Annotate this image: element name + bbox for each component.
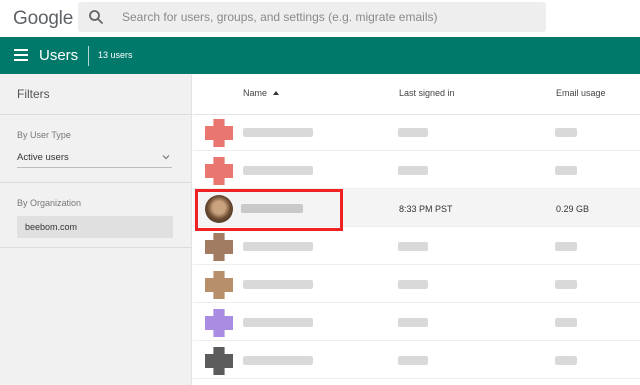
email-usage-obscured xyxy=(555,280,577,289)
last-signed-in-obscured xyxy=(398,318,428,327)
email-usage-obscured xyxy=(555,242,577,251)
avatar xyxy=(205,309,233,337)
last-signed-in: 8:33 PM PST xyxy=(399,204,453,214)
table-row[interactable] xyxy=(193,113,640,151)
user-name-obscured[interactable] xyxy=(243,280,313,289)
page-title: Users xyxy=(39,47,79,64)
organization-label: By Organization xyxy=(17,198,82,208)
sidebar-divider xyxy=(0,247,191,248)
avatar xyxy=(205,271,233,299)
sort-ascending-icon[interactable] xyxy=(273,91,279,95)
last-signed-in-obscured xyxy=(398,356,428,365)
user-name-obscured[interactable] xyxy=(243,128,313,137)
highlight-annotation-box xyxy=(195,189,343,231)
table-row[interactable] xyxy=(193,265,640,303)
user-type-value: Active users xyxy=(17,152,69,163)
email-usage: 0.29 GB xyxy=(556,204,590,214)
last-signed-in-obscured xyxy=(398,166,428,175)
user-type-select[interactable]: Active users xyxy=(17,150,172,168)
avatar xyxy=(205,119,233,147)
column-header-last-signed-in[interactable]: Last signed in xyxy=(399,88,455,98)
table-row[interactable] xyxy=(193,341,640,379)
user-name-obscured[interactable] xyxy=(243,242,313,251)
sidebar-divider xyxy=(0,114,191,115)
user-type-label: By User Type xyxy=(17,130,71,140)
search-icon[interactable] xyxy=(88,9,104,25)
column-header-name[interactable]: Name xyxy=(243,88,267,98)
email-usage-obscured xyxy=(555,166,577,175)
chevron-down-icon xyxy=(162,155,170,160)
header-divider xyxy=(88,46,89,66)
email-usage-obscured xyxy=(555,318,577,327)
organization-item[interactable]: beebom.com xyxy=(17,216,173,238)
top-bar: Google xyxy=(0,0,640,37)
users-table: Name Last signed in Email usage 8:33 PM … xyxy=(193,74,640,385)
sidebar-divider xyxy=(0,182,191,183)
filters-sidebar: Filters By User Type Active users By Org… xyxy=(0,74,192,385)
user-name-obscured[interactable] xyxy=(243,356,313,365)
table-row[interactable]: 8:33 PM PST 0.29 GB xyxy=(193,189,640,231)
table-row[interactable] xyxy=(193,227,640,265)
email-usage-obscured xyxy=(555,356,577,365)
user-count: 13 users xyxy=(98,50,133,60)
avatar xyxy=(205,347,233,375)
filters-title: Filters xyxy=(17,87,50,101)
google-logo[interactable]: Google xyxy=(13,8,73,30)
avatar xyxy=(205,157,233,185)
last-signed-in-obscured xyxy=(398,128,428,137)
table-row[interactable] xyxy=(193,303,640,341)
column-header-email-usage[interactable]: Email usage xyxy=(556,88,606,98)
organization-value: beebom.com xyxy=(25,222,78,232)
last-signed-in-obscured xyxy=(398,280,428,289)
search-input[interactable] xyxy=(122,2,532,32)
hamburger-menu-icon[interactable] xyxy=(14,49,28,61)
email-usage-obscured xyxy=(555,128,577,137)
avatar xyxy=(205,233,233,261)
user-name-obscured[interactable] xyxy=(243,166,313,175)
search-box[interactable] xyxy=(78,2,546,32)
table-row[interactable] xyxy=(193,151,640,189)
last-signed-in-obscured xyxy=(398,242,428,251)
user-name-obscured[interactable] xyxy=(243,318,313,327)
app-bar: Users 13 users xyxy=(0,37,640,74)
